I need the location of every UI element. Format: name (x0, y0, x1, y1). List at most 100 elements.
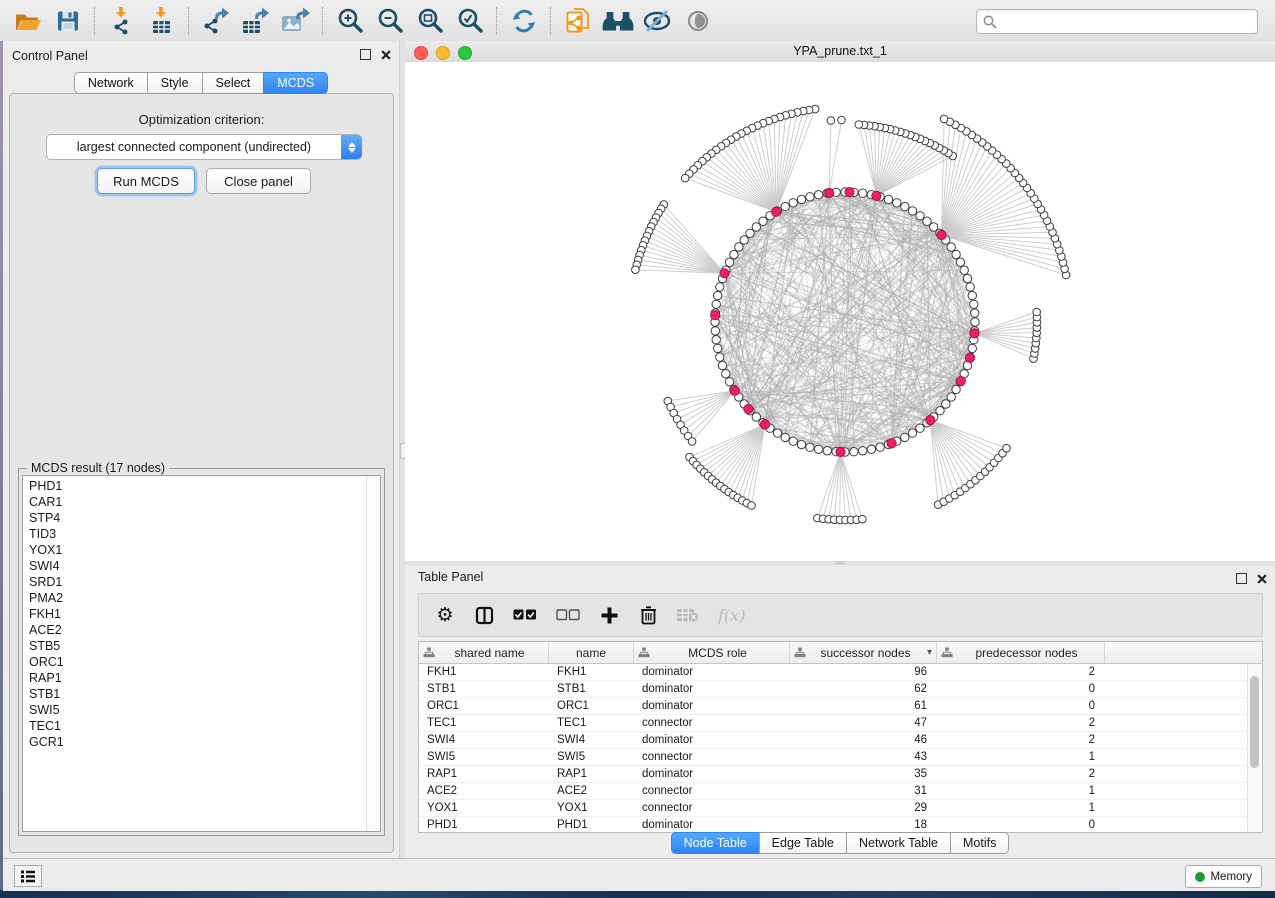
mcds-result-item[interactable]: RAP1 (29, 670, 380, 686)
export-network-icon[interactable] (199, 5, 233, 37)
table-cell[interactable]: SWI5 (419, 751, 549, 763)
mcds-result-item[interactable]: CAR1 (29, 494, 380, 510)
import-table-icon[interactable] (145, 5, 179, 37)
delete-column-icon[interactable] (638, 603, 658, 627)
table-row[interactable]: SWI4SWI4dominator462 (419, 732, 1262, 749)
table-cell[interactable]: TEC1 (419, 717, 549, 729)
close-table-panel-icon[interactable] (1257, 574, 1267, 584)
close-panel-button[interactable]: Close panel (206, 168, 311, 194)
search-input[interactable] (1001, 12, 1257, 32)
table-row[interactable]: SWI5SWI5connector431 (419, 749, 1262, 766)
table-cell[interactable]: SWI4 (419, 734, 549, 746)
column-header-predecessor-nodes[interactable]: predecessor nodes (937, 642, 1105, 663)
dropdown-stepper-icon[interactable] (341, 135, 362, 159)
memory-button[interactable]: Memory (1185, 865, 1262, 888)
table-cell[interactable]: 0 (937, 683, 1105, 695)
zoom-in-icon[interactable] (333, 5, 367, 37)
table-cell[interactable]: PHD1 (419, 819, 549, 831)
table-scrollbar-thumb[interactable] (1250, 676, 1259, 768)
table-scrollbar[interactable] (1247, 664, 1262, 832)
column-header-successor-nodes[interactable]: successor nodes▾ (790, 642, 937, 663)
mcds-result-item[interactable]: STP4 (29, 510, 380, 526)
table-cell[interactable]: connector (634, 785, 790, 797)
tab-node-table[interactable]: Node Table (671, 832, 759, 854)
table-cell[interactable]: 0 (937, 700, 1105, 712)
mcds-result-list[interactable]: PHD1CAR1STP4TID3YOX1SWI4SRD1PMA2FKH1ACE2… (22, 475, 381, 832)
table-cell[interactable]: 96 (790, 666, 937, 678)
table-cell[interactable]: ACE2 (419, 785, 549, 797)
mcds-result-item[interactable]: SRD1 (29, 574, 380, 590)
mcds-result-item[interactable]: TEC1 (29, 718, 380, 734)
table-cell[interactable]: dominator (634, 734, 790, 746)
zoom-fit-icon[interactable] (413, 5, 447, 37)
run-mcds-button[interactable]: Run MCDS (97, 168, 195, 194)
table-cell[interactable]: 31 (790, 785, 937, 797)
table-row[interactable]: ACE2ACE2connector311 (419, 783, 1262, 800)
table-cell[interactable]: 35 (790, 768, 937, 780)
table-cell[interactable]: 2 (937, 717, 1105, 729)
mcds-result-item[interactable]: STB5 (29, 638, 380, 654)
table-cell[interactable]: RAP1 (549, 768, 634, 780)
table-row[interactable]: PHD1PHD1dominator180 (419, 817, 1262, 833)
table-cell[interactable]: 1 (937, 751, 1105, 763)
mcds-result-item[interactable]: SWI5 (29, 702, 380, 718)
deselect-all-rows-icon[interactable] (556, 603, 580, 627)
table-row[interactable]: RAP1RAP1dominator352 (419, 766, 1262, 783)
close-panel-icon[interactable] (381, 50, 391, 60)
table-options-gear-icon[interactable]: ⚙ (435, 603, 455, 627)
table-cell[interactable]: STB1 (419, 683, 549, 695)
tab-mcds[interactable]: MCDS (263, 72, 328, 94)
mcds-result-item[interactable]: ACE2 (29, 622, 380, 638)
mcds-result-item[interactable]: FKH1 (29, 606, 380, 622)
table-cell[interactable]: 43 (790, 751, 937, 763)
table-row[interactable]: YOX1YOX1connector291 (419, 800, 1262, 817)
table-cell[interactable]: connector (634, 717, 790, 729)
table-cell[interactable]: dominator (634, 666, 790, 678)
table-cell[interactable]: FKH1 (549, 666, 634, 678)
mcds-result-item[interactable]: PMA2 (29, 590, 380, 606)
table-cell[interactable]: PHD1 (549, 819, 634, 831)
tab-edge-table[interactable]: Edge Table (759, 832, 846, 854)
table-cell[interactable]: 2 (937, 734, 1105, 746)
table-cell[interactable]: STB1 (549, 683, 634, 695)
mcds-list-scrollbar[interactable] (366, 476, 380, 831)
table-cell[interactable]: connector (634, 802, 790, 814)
mcds-result-item[interactable]: TID3 (29, 526, 380, 542)
network-window-titlebar[interactable]: YPA_prune.txt_1 (405, 41, 1275, 63)
table-cell[interactable]: SWI5 (549, 751, 634, 763)
mcds-result-item[interactable]: ORC1 (29, 654, 380, 670)
network-canvas[interactable] (405, 62, 1275, 561)
mcds-result-item[interactable]: PHD1 (29, 478, 380, 494)
table-cell[interactable]: ORC1 (549, 700, 634, 712)
table-cell[interactable]: dominator (634, 819, 790, 831)
duplicate-network-icon[interactable] (561, 5, 595, 37)
zoom-selected-icon[interactable] (453, 5, 487, 37)
import-network-icon[interactable] (105, 5, 139, 37)
refresh-network-icon[interactable] (507, 5, 541, 37)
table-cell[interactable]: 46 (790, 734, 937, 746)
table-cell[interactable]: 29 (790, 802, 937, 814)
table-cell[interactable]: dominator (634, 700, 790, 712)
table-cell[interactable]: YOX1 (419, 802, 549, 814)
optimization-dropdown[interactable]: largest connected component (undirected) (46, 134, 362, 160)
table-row[interactable]: STB1STB1dominator620 (419, 681, 1262, 698)
show-graphics-details-icon[interactable] (681, 5, 715, 37)
table-cell[interactable]: dominator (634, 768, 790, 780)
tab-motifs[interactable]: Motifs (950, 832, 1009, 854)
search-box[interactable] (976, 9, 1258, 34)
mcds-result-item[interactable]: GCR1 (29, 734, 380, 750)
table-cell[interactable]: YOX1 (549, 802, 634, 814)
table-cell[interactable]: SWI4 (549, 734, 634, 746)
hide-graphics-details-icon[interactable] (641, 5, 675, 37)
zoom-out-icon[interactable] (373, 5, 407, 37)
mcds-result-item[interactable]: STB1 (29, 686, 380, 702)
tab-network-table[interactable]: Network Table (846, 832, 950, 854)
status-menu-button[interactable] (14, 865, 42, 887)
create-column-icon[interactable] (599, 603, 619, 627)
select-all-rows-icon[interactable] (513, 603, 537, 627)
table-row[interactable]: FKH1FKH1dominator962 (419, 664, 1262, 681)
table-cell[interactable]: 0 (937, 819, 1105, 831)
table-cell[interactable]: 47 (790, 717, 937, 729)
table-cell[interactable]: 2 (937, 768, 1105, 780)
network-search-icon[interactable] (601, 5, 635, 37)
